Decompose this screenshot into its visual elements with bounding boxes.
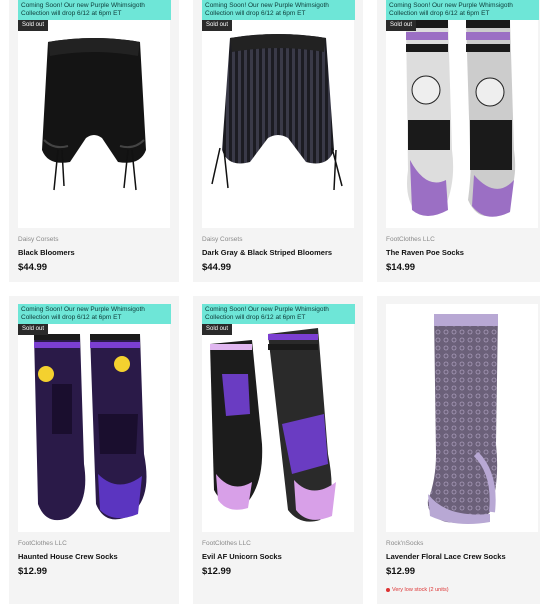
- promo-banner: Coming Soon! Our new Purple Whimsigoth C…: [202, 0, 355, 20]
- product-image-haunted-house-socks[interactable]: [18, 304, 170, 532]
- product-card[interactable]: Coming Soon! Our new Purple Whimsigoth C…: [9, 296, 179, 604]
- product-price: $44.99: [18, 262, 48, 273]
- product-image-black-bloomers[interactable]: [18, 0, 170, 228]
- product-image-unicorn-socks[interactable]: [202, 304, 354, 532]
- product-card[interactable]: Coming Soon! Our new Purple Whimsigoth C…: [193, 0, 363, 282]
- product-price: $14.99: [386, 262, 416, 273]
- product-price: $12.99: [202, 566, 232, 577]
- sold-out-badge: Sold out: [202, 20, 232, 31]
- product-title[interactable]: Black Bloomers: [18, 248, 75, 257]
- product-title[interactable]: The Raven Poe Socks: [386, 248, 464, 257]
- product-price: $12.99: [386, 566, 416, 577]
- product-vendor: FootClothes LLC: [202, 540, 251, 547]
- product-title[interactable]: Lavender Floral Lace Crew Socks: [386, 552, 506, 561]
- promo-banner: Coming Soon! Our new Purple Whimsigoth C…: [18, 0, 171, 20]
- product-vendor: Daisy Corsets: [18, 236, 59, 243]
- sold-out-badge: Sold out: [18, 20, 48, 31]
- product-title[interactable]: Haunted House Crew Socks: [18, 552, 118, 561]
- product-card[interactable]: Coming Soon! Our new Purple Whimsigoth C…: [9, 0, 179, 282]
- product-vendor: Daisy Corsets: [202, 236, 243, 243]
- promo-banner: Coming Soon! Our new Purple Whimsigoth C…: [18, 304, 171, 324]
- promo-banner: Coming Soon! Our new Purple Whimsigoth C…: [202, 304, 355, 324]
- low-stock-dot-icon: [386, 587, 390, 592]
- product-card[interactable]: Rock'nSocks Lavender Floral Lace Crew So…: [377, 296, 540, 604]
- product-price: $12.99: [18, 566, 48, 577]
- low-stock-note: Very low stock (2 units): [386, 587, 449, 593]
- product-vendor: FootClothes LLC: [386, 236, 435, 243]
- sold-out-badge: Sold out: [202, 324, 232, 335]
- product-title[interactable]: Evil AF Unicorn Socks: [202, 552, 282, 561]
- low-stock-text: Very low stock (2 units): [392, 587, 449, 593]
- product-price: $44.99: [202, 262, 232, 273]
- product-image-raven-poe-socks[interactable]: [386, 0, 538, 228]
- product-vendor: FootClothes LLC: [18, 540, 67, 547]
- product-title[interactable]: Dark Gray & Black Striped Bloomers: [202, 248, 332, 257]
- product-card[interactable]: Coming Soon! Our new Purple Whimsigoth C…: [193, 296, 363, 604]
- product-vendor: Rock'nSocks: [386, 540, 424, 547]
- sold-out-badge: Sold out: [386, 20, 416, 31]
- product-image-lavender-lace-socks[interactable]: [386, 304, 538, 532]
- product-image-striped-bloomers[interactable]: [202, 0, 354, 228]
- promo-banner: Coming Soon! Our new Purple Whimsigoth C…: [386, 0, 539, 20]
- sold-out-badge: Sold out: [18, 324, 48, 335]
- product-card[interactable]: Coming Soon! Our new Purple Whimsigoth C…: [377, 0, 540, 282]
